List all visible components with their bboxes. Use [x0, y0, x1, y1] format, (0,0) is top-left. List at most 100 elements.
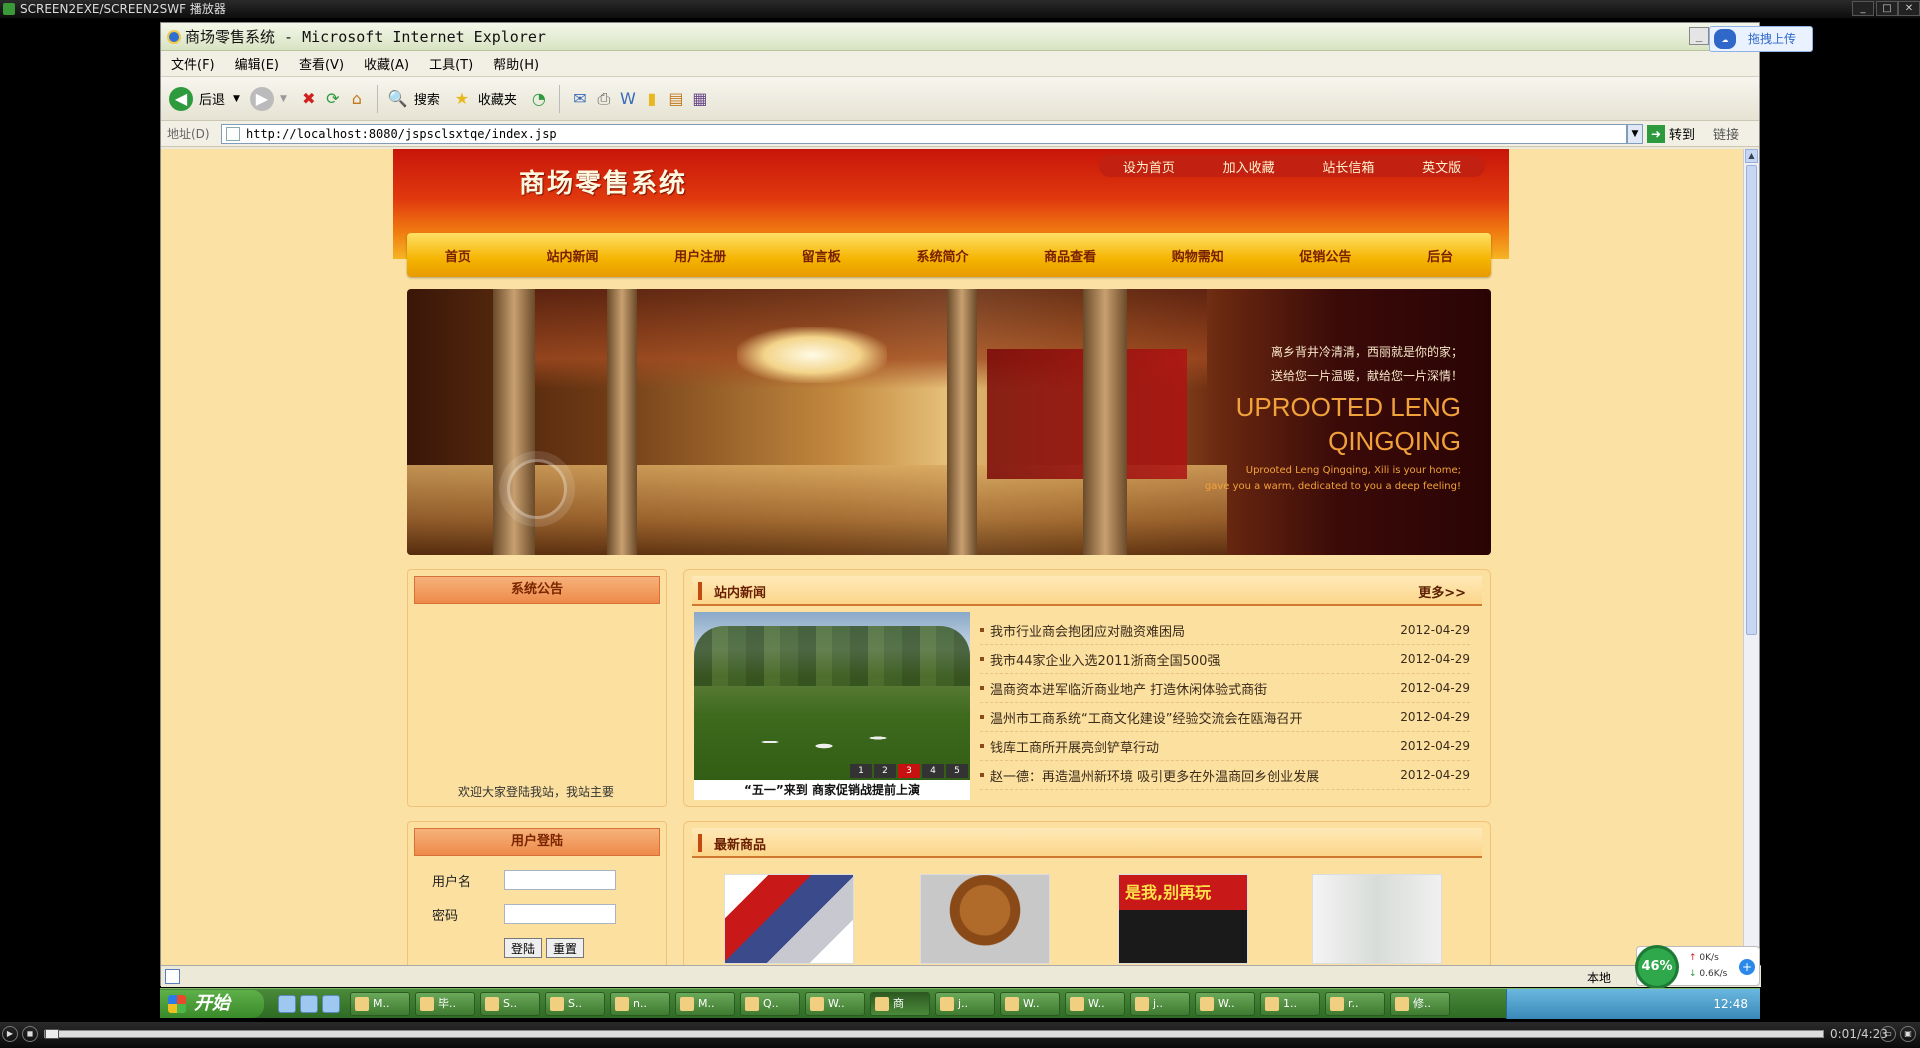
slide-page-3[interactable]: 3 [898, 764, 920, 778]
product-cabinet-image[interactable] [1312, 874, 1442, 964]
taskbar-item[interactable]: W.. [1195, 991, 1255, 1016]
start-button[interactable]: 开始 [160, 989, 264, 1018]
player-maximize-button[interactable]: □ [1876, 1, 1898, 16]
home-icon[interactable]: ⌂ [345, 87, 369, 111]
set-homepage-link[interactable]: 设为首页 [1123, 157, 1175, 176]
player-close-button[interactable]: ✕ [1898, 1, 1920, 16]
network-monitor[interactable]: 46% ↑ 0K/s ↓ 0.6K/s + [1635, 945, 1760, 989]
desktop-quicklaunch-icon[interactable] [300, 994, 318, 1013]
username-input[interactable] [504, 870, 616, 890]
ie-minimize-button[interactable]: _ [1689, 27, 1709, 45]
news-item[interactable]: 我市行业商会抱团应对融资难困局 2012-04-29 [980, 616, 1470, 645]
slide-page-2[interactable]: 2 [874, 764, 896, 778]
news-item-title[interactable]: 我市44家企业入选2011浙商全国500强 [990, 650, 1220, 669]
taskbar-item[interactable]: n.. [610, 991, 670, 1016]
login-button[interactable]: 登陆 [504, 938, 543, 958]
address-dropdown-icon[interactable]: ▼ [1627, 123, 1643, 144]
back-dropdown-icon[interactable]: ▼ [233, 94, 240, 104]
nav-shopping-guide[interactable]: 购物需知 [1172, 246, 1224, 265]
product-book-image[interactable]: 是我,别再玩 [1118, 874, 1248, 964]
news-item[interactable]: 温商资本进军临沂商业地产 打造休闲体验式商街 2012-04-29 [980, 674, 1470, 703]
slide-page-4[interactable]: 4 [922, 764, 944, 778]
news-item-title[interactable]: 钱库工商所开展亮剑铲草行动 [990, 737, 1159, 756]
research-icon[interactable]: ▤ [664, 87, 688, 111]
clock[interactable]: 12:48 [1713, 997, 1748, 1011]
window-mode-icon[interactable]: ▭ [1880, 1026, 1896, 1042]
seek-bar[interactable] [44, 1029, 1824, 1039]
search-button[interactable]: 🔍 搜索 [386, 87, 440, 111]
taskbar-item[interactable]: S.. [545, 991, 605, 1016]
menu-help[interactable]: 帮助(H) [493, 54, 539, 73]
taskbar-item[interactable]: W.. [1065, 991, 1125, 1016]
forward-dropdown-icon[interactable]: ▼ [280, 94, 287, 104]
ie-quicklaunch-icon[interactable] [278, 994, 296, 1013]
nav-guestbook[interactable]: 留言板 [802, 246, 841, 265]
player-minimize-button[interactable]: _ [1852, 1, 1874, 16]
news-item-title[interactable]: 赵一德：再造温州新环境 吸引更多在外温商回乡创业发展 [990, 766, 1319, 785]
menu-tools[interactable]: 工具(T) [429, 54, 473, 73]
menu-file[interactable]: 文件(F) [171, 54, 215, 73]
reset-button[interactable]: 重置 [546, 938, 585, 958]
product-robot-image[interactable] [724, 874, 854, 964]
media-quicklaunch-icon[interactable] [322, 994, 340, 1013]
scroll-thumb[interactable] [1746, 165, 1757, 635]
taskbar-item[interactable]: j.. [1130, 991, 1190, 1016]
news-slideshow[interactable]: 1 2 3 4 5 “五一”来到 商家促销战提前上演 [694, 612, 970, 800]
news-more-link[interactable]: 更多>> [1418, 582, 1466, 601]
stop-playback-icon[interactable]: ◼ [22, 1026, 38, 1042]
english-version-link[interactable]: 英文版 [1422, 157, 1461, 176]
taskbar-item[interactable]: Q.. [740, 991, 800, 1016]
slide-page-1[interactable]: 1 [850, 764, 872, 778]
plus-icon[interactable]: + [1739, 959, 1755, 975]
taskbar-item[interactable]: 修.. [1390, 991, 1450, 1016]
nav-about[interactable]: 系统简介 [916, 246, 968, 265]
discuss-icon[interactable]: ▮ [640, 87, 664, 111]
seek-knob[interactable] [45, 1029, 59, 1039]
favorites-button[interactable]: ★ 收藏夹 [450, 87, 517, 111]
go-button[interactable]: ➜ 转到 [1647, 124, 1695, 143]
news-item[interactable]: 钱库工商所开展亮剑铲草行动 2012-04-29 [980, 732, 1470, 761]
news-item-title[interactable]: 温州市工商系统“工商文化建设”经验交流会在瓯海召开 [990, 708, 1302, 727]
taskbar-item-active[interactable]: 商 [870, 991, 930, 1016]
taskbar-item[interactable]: W.. [1000, 991, 1060, 1016]
refresh-icon[interactable]: ⟳ [321, 87, 345, 111]
nav-admin[interactable]: 后台 [1427, 246, 1453, 265]
edit-icon[interactable]: W [616, 87, 640, 111]
taskbar-item[interactable]: S.. [480, 991, 540, 1016]
links-button[interactable]: 链接 [1713, 124, 1739, 143]
news-item[interactable]: 温州市工商系统“工商文化建设”经验交流会在瓯海召开 2012-04-29 [980, 703, 1470, 732]
news-item-title[interactable]: 温商资本进军临沂商业地产 打造休闲体验式商街 [990, 679, 1267, 698]
back-button[interactable]: ◀ 后退 ▼ [169, 86, 240, 111]
history-icon[interactable]: ◔ [527, 87, 551, 111]
menu-edit[interactable]: 编辑(E) [235, 54, 279, 73]
webmaster-mail-link[interactable]: 站长信箱 [1322, 157, 1374, 176]
taskbar-item[interactable]: r.. [1325, 991, 1385, 1016]
scroll-up-icon[interactable]: ▲ [1745, 149, 1758, 163]
menu-favorites[interactable]: 收藏(A) [364, 54, 409, 73]
menu-view[interactable]: 查看(V) [299, 54, 344, 73]
news-item[interactable]: 我市44家企业入选2011浙商全国500强 2012-04-29 [980, 645, 1470, 674]
vertical-scrollbar[interactable]: ▲ ▼ [1743, 149, 1759, 965]
taskbar-item[interactable]: W.. [805, 991, 865, 1016]
messenger-icon[interactable]: ▦ [688, 87, 712, 111]
taskbar-item[interactable]: 毕.. [415, 991, 475, 1016]
mail-icon[interactable]: ✉ [568, 87, 592, 111]
baidu-upload-button[interactable]: ☁ 拖拽上传 [1709, 26, 1813, 52]
print-icon[interactable]: ⎙ [592, 87, 616, 111]
nav-products[interactable]: 商品查看 [1044, 246, 1096, 265]
add-favorite-link[interactable]: 加入收藏 [1223, 157, 1275, 176]
taskbar-item[interactable]: M.. [675, 991, 735, 1016]
password-input[interactable] [504, 904, 616, 924]
nav-news[interactable]: 站内新闻 [546, 246, 598, 265]
stop-icon[interactable]: ✖ [297, 87, 321, 111]
nav-home[interactable]: 首页 [445, 246, 471, 265]
news-item-title[interactable]: 我市行业商会抱团应对融资难困局 [990, 621, 1185, 640]
forward-button[interactable]: ▶ ▼ [249, 86, 287, 111]
nav-register[interactable]: 用户注册 [674, 246, 726, 265]
fullscreen-icon[interactable]: ▣ [1900, 1026, 1916, 1042]
nav-promotions[interactable]: 促销公告 [1299, 246, 1351, 265]
taskbar-item[interactable]: M.. [350, 991, 410, 1016]
slide-page-5[interactable]: 5 [946, 764, 968, 778]
news-item[interactable]: 赵一德：再造温州新环境 吸引更多在外温商回乡创业发展 2012-04-29 [980, 761, 1470, 790]
play-icon[interactable]: ▶ [2, 1026, 18, 1042]
